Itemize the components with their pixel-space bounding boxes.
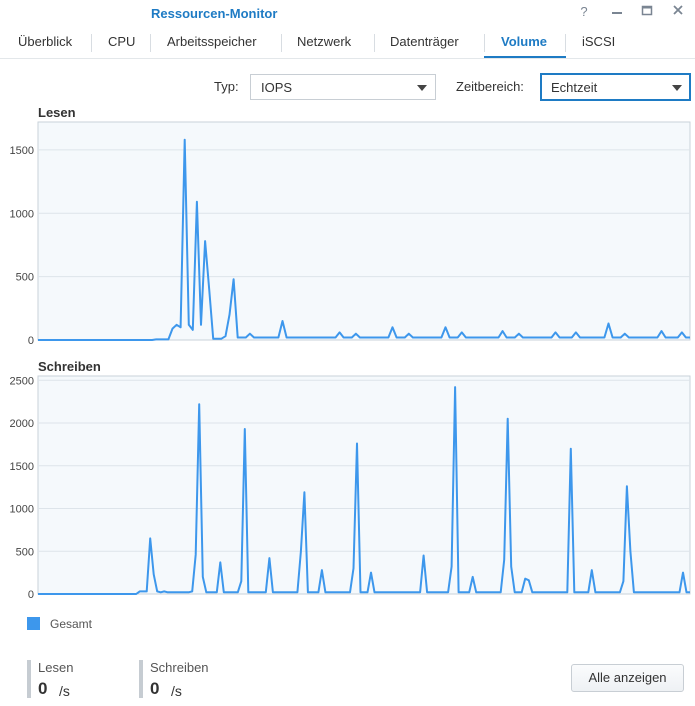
write-chart-tick-label: 2000	[10, 418, 34, 430]
tab-iscsi[interactable]: iSCSI	[582, 28, 615, 58]
tab-divider	[91, 34, 92, 52]
tab-memory[interactable]: Arbeitsspeicher	[167, 28, 257, 58]
write-chart-tick-label: 1000	[10, 504, 34, 516]
write-chart-plot-area	[37, 375, 691, 595]
show-all-button[interactable]: Alle anzeigen	[571, 664, 684, 692]
write-iops-chart: 0 500 1000 1500 2000 2500	[10, 375, 691, 601]
legend-swatch	[27, 617, 40, 630]
read-stat-bar	[27, 660, 31, 698]
tab-network[interactable]: Netzwerk	[297, 28, 351, 58]
tab-volume[interactable]: Volume	[501, 28, 547, 58]
tab-divider	[150, 34, 151, 52]
write-chart-tick-label: 2500	[10, 375, 34, 387]
read-stat-label: Lesen	[38, 660, 74, 675]
read-chart-tick-label: 1000	[10, 208, 34, 220]
chevron-down-icon	[417, 85, 427, 91]
read-chart-tick-label: 500	[16, 272, 34, 284]
write-chart-tick-label: 500	[16, 546, 34, 558]
write-stat-bar	[139, 660, 143, 698]
window-title: Ressourcen-Monitor	[151, 6, 278, 21]
tab-divider	[484, 34, 485, 52]
title-bar: Ressourcen-Monitor ?	[0, 0, 695, 26]
active-tab-indicator	[484, 56, 566, 58]
read-stat-unit: /s	[59, 683, 70, 699]
read-chart-plot-area	[37, 121, 691, 341]
read-iops-chart: 0 500 1000 1500	[10, 121, 691, 347]
close-icon[interactable]	[670, 4, 686, 20]
write-chart-tick-label: 1500	[10, 461, 34, 473]
type-select[interactable]: IOPS	[250, 74, 436, 100]
tab-cpu[interactable]: CPU	[108, 28, 135, 58]
legend-label: Gesamt	[50, 617, 93, 631]
write-stat-label: Schreiben	[150, 660, 209, 675]
tab-divider	[565, 34, 566, 52]
type-label: Typ:	[214, 79, 239, 94]
tab-overview[interactable]: Überblick	[18, 28, 72, 58]
tab-divider	[374, 34, 375, 52]
read-stat-value: 0	[38, 679, 48, 698]
read-chart-tick-label: 1500	[10, 145, 34, 157]
type-select-value: IOPS	[261, 80, 293, 95]
tab-bar: Überblick CPU Arbeitsspeicher Netzwerk D…	[0, 28, 695, 59]
help-icon[interactable]: ?	[576, 4, 592, 20]
maximize-icon[interactable]	[639, 4, 655, 20]
pin-icon[interactable]	[609, 4, 625, 20]
write-chart-tick-label: 0	[28, 589, 34, 601]
chevron-down-icon	[672, 85, 682, 91]
range-select[interactable]: Echtzeit	[540, 73, 691, 101]
tab-divider	[281, 34, 282, 52]
read-chart-tick-label: 0	[28, 335, 34, 347]
write-stat-unit: /s	[171, 683, 182, 699]
tab-disks[interactable]: Datenträger	[390, 28, 459, 58]
write-stat-value: 0	[150, 679, 160, 698]
range-label: Zeitbereich:	[456, 79, 524, 94]
range-select-value: Echtzeit	[551, 80, 598, 95]
